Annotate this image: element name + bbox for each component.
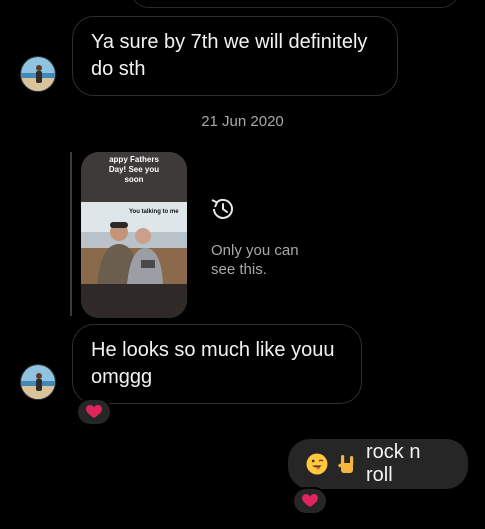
message-text: rock n roll	[366, 441, 421, 486]
story-reply-bar	[70, 152, 72, 316]
previous-message-bubble	[130, 0, 460, 8]
story-sticker: You talking to me	[129, 209, 179, 215]
avatar[interactable]	[20, 364, 56, 400]
reaction-badge[interactable]	[76, 398, 112, 426]
visibility-note: Only you can see this.	[211, 242, 299, 278]
message-text: Ya sure by 7th we will definitely do sth	[91, 31, 368, 80]
story-thumbnail[interactable]: appy Fathers Day! See you soon You talki…	[81, 152, 187, 318]
date-separator: 21 Jun 2020	[201, 113, 284, 130]
message-bubble[interactable]: Ya sure by 7th we will definitely do sth	[72, 16, 398, 96]
history-icon	[211, 198, 233, 219]
my-message-bubble[interactable]: rock n roll	[288, 439, 468, 489]
winking-tongue-emoji-icon	[306, 453, 328, 475]
message-bubble[interactable]: He looks so much like youu omggg	[72, 324, 362, 404]
story-caption: appy Fathers Day! See you soon	[108, 155, 160, 184]
rock-on-hand-icon	[336, 453, 358, 475]
heart-icon	[86, 405, 102, 418]
avatar[interactable]	[20, 56, 56, 92]
heart-icon	[302, 494, 318, 507]
message-text: He looks so much like youu omggg	[91, 339, 335, 388]
reaction-badge[interactable]	[292, 487, 328, 515]
